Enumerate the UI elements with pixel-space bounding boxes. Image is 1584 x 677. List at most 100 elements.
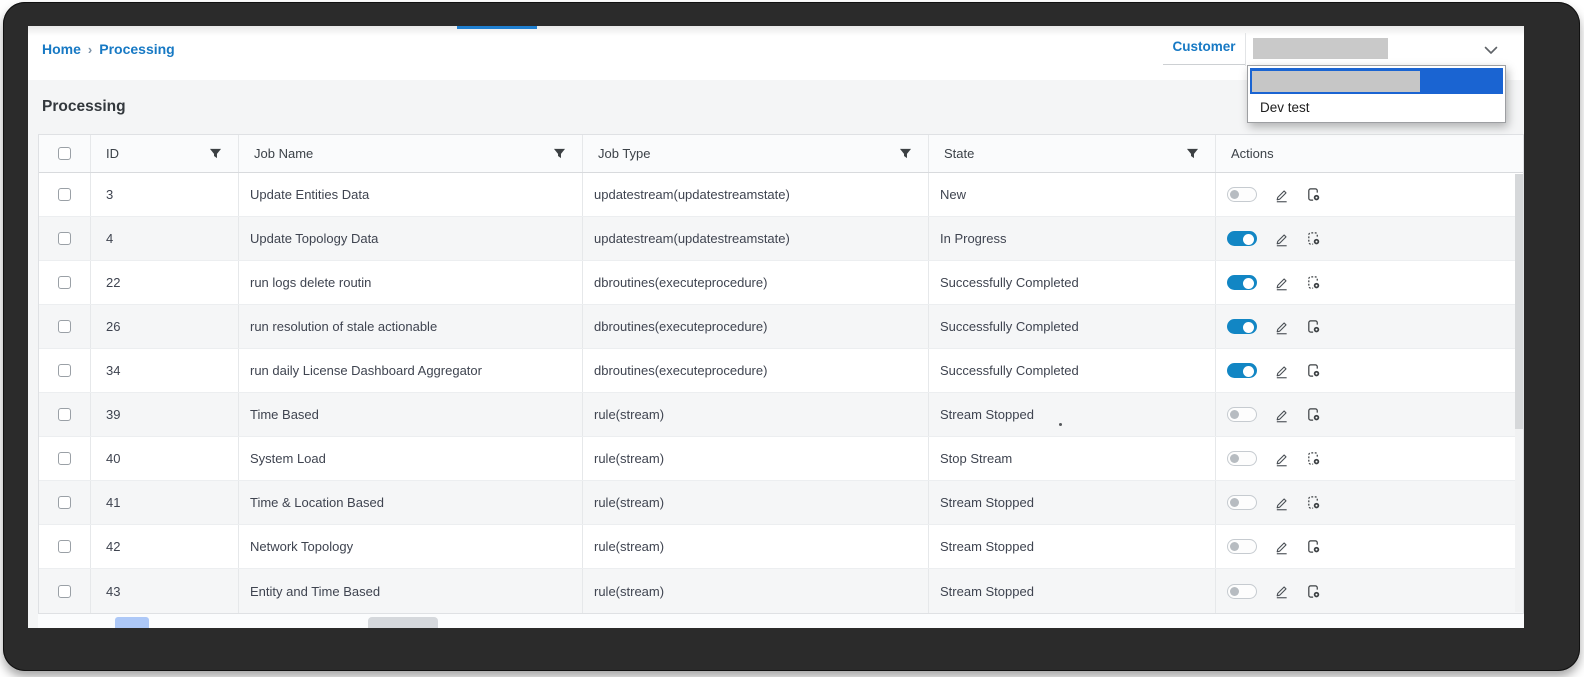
table-scrollbar-track[interactable] <box>1515 174 1523 612</box>
filter-icon[interactable] <box>899 148 912 160</box>
dropdown-option-dev-test[interactable]: Dev test <box>1250 94 1503 120</box>
pagination-strip <box>38 614 1524 628</box>
cell-job-name: System Load <box>250 451 326 466</box>
edit-pencil-icon[interactable] <box>1274 451 1289 467</box>
job-enabled-toggle[interactable] <box>1227 495 1257 510</box>
cell-state: Successfully Completed <box>940 319 1079 334</box>
edit-pencil-icon[interactable] <box>1274 187 1289 203</box>
job-log-icon[interactable] <box>1306 363 1321 378</box>
job-log-icon[interactable] <box>1306 187 1321 202</box>
cell-state: Stop Stream <box>940 451 1013 466</box>
edit-pencil-icon[interactable] <box>1274 231 1289 247</box>
cell-state: Stream Stopped <box>940 583 1034 599</box>
job-log-icon[interactable] <box>1306 407 1321 422</box>
cell-job-name: Network Topology <box>250 539 354 554</box>
header-cell-job-name: Job Name <box>239 135 583 172</box>
cell-job-type: rule(stream) <box>594 451 665 466</box>
cell-id: 3 <box>106 187 114 202</box>
cell-id: 4 <box>106 231 114 246</box>
cell-job-type: rule(stream) <box>594 495 665 510</box>
edit-pencil-icon[interactable] <box>1274 407 1289 423</box>
header-cell-state: State <box>929 135 1216 172</box>
table-row: 42 Network Topology rule(stream) Stream … <box>39 525 1523 569</box>
cell-id: 22 <box>106 275 121 290</box>
cell-id: 34 <box>106 363 121 378</box>
edit-pencil-icon[interactable] <box>1274 319 1289 335</box>
header-cell-job-type: Job Type <box>583 135 929 172</box>
row-checkbox[interactable] <box>58 188 71 201</box>
job-enabled-toggle[interactable] <box>1227 363 1257 378</box>
row-checkbox[interactable] <box>58 452 71 465</box>
column-label-id: ID <box>106 146 119 161</box>
breadcrumb: Home › Processing <box>42 41 175 57</box>
cell-job-name: run logs delete routin <box>250 275 372 290</box>
job-enabled-toggle[interactable] <box>1227 187 1257 202</box>
dropdown-option-redacted[interactable] <box>1250 68 1503 94</box>
row-checkbox[interactable] <box>58 584 71 598</box>
cell-job-type: updatestream(updatestreamstate) <box>594 187 790 202</box>
job-log-icon[interactable] <box>1306 584 1321 599</box>
edit-pencil-icon[interactable] <box>1274 539 1289 555</box>
job-enabled-toggle[interactable] <box>1227 319 1257 334</box>
cursor-dot <box>1059 423 1062 426</box>
job-enabled-toggle[interactable] <box>1227 539 1257 554</box>
pagination-page-button[interactable] <box>115 617 149 628</box>
edit-pencil-icon[interactable] <box>1274 495 1289 511</box>
job-log-icon[interactable] <box>1306 275 1321 290</box>
job-log-icon[interactable] <box>1306 495 1321 510</box>
chevron-down-icon[interactable] <box>1484 42 1498 60</box>
row-checkbox[interactable] <box>58 364 71 377</box>
row-checkbox[interactable] <box>58 540 71 553</box>
cell-job-name: Update Topology Data <box>250 231 379 246</box>
customer-select[interactable] <box>1253 38 1388 59</box>
filter-icon[interactable] <box>553 148 566 160</box>
table-body: 3 Update Entities Data updatestream(upda… <box>39 173 1523 613</box>
job-log-icon[interactable] <box>1306 319 1321 334</box>
job-enabled-toggle[interactable] <box>1227 275 1257 290</box>
filter-icon[interactable] <box>209 148 222 160</box>
table-row: 41 Time & Location Based rule(stream) St… <box>39 481 1523 525</box>
breadcrumb-current[interactable]: Processing <box>99 41 174 57</box>
app-screen: Home › Processing Customer Processing ID <box>28 26 1524 628</box>
table-header-row: ID Job Name Job Type State Actions <box>39 135 1523 173</box>
job-enabled-toggle[interactable] <box>1227 451 1257 466</box>
cell-job-type: updatestream(updatestreamstate) <box>594 231 790 246</box>
job-log-icon[interactable] <box>1306 451 1321 466</box>
cell-id: 41 <box>106 495 121 510</box>
row-checkbox[interactable] <box>58 496 71 509</box>
customer-label-underline <box>1163 64 1245 65</box>
cell-state: New <box>940 187 967 202</box>
filter-icon[interactable] <box>1186 148 1199 160</box>
job-log-icon[interactable] <box>1306 231 1321 246</box>
cell-state: Stream Stopped <box>940 407 1034 422</box>
cell-job-type: rule(stream) <box>594 407 665 422</box>
edit-pencil-icon[interactable] <box>1274 583 1289 599</box>
cell-job-type: rule(stream) <box>594 539 665 554</box>
edit-pencil-icon[interactable] <box>1274 363 1289 379</box>
select-all-checkbox[interactable] <box>58 147 71 160</box>
cell-state: Successfully Completed <box>940 275 1079 290</box>
page-size-button[interactable] <box>368 617 438 628</box>
customer-dropdown-menu: Dev test <box>1247 65 1506 123</box>
row-checkbox[interactable] <box>58 320 71 333</box>
job-log-icon[interactable] <box>1306 539 1321 554</box>
customer-divider <box>1245 33 1246 66</box>
cell-job-name: Entity and Time Based <box>250 583 381 599</box>
cell-id: 43 <box>106 583 121 599</box>
row-checkbox[interactable] <box>58 408 71 421</box>
cell-job-type: rule(stream) <box>594 583 665 599</box>
table-scrollbar-thumb[interactable] <box>1515 174 1523 429</box>
header-cell-actions: Actions <box>1216 135 1523 172</box>
job-enabled-toggle[interactable] <box>1227 407 1257 422</box>
header-cell-id: ID <box>91 135 239 172</box>
job-enabled-toggle[interactable] <box>1227 231 1257 246</box>
breadcrumb-home-link[interactable]: Home <box>42 41 81 57</box>
job-enabled-toggle[interactable] <box>1227 583 1257 599</box>
cell-id: 39 <box>106 407 121 422</box>
row-checkbox[interactable] <box>58 232 71 245</box>
edit-pencil-icon[interactable] <box>1274 275 1289 291</box>
cell-state: In Progress <box>940 231 1007 246</box>
cell-job-name: Time Based <box>250 407 319 422</box>
row-checkbox[interactable] <box>58 276 71 289</box>
cell-job-type: dbroutines(executeprocedure) <box>594 275 768 290</box>
